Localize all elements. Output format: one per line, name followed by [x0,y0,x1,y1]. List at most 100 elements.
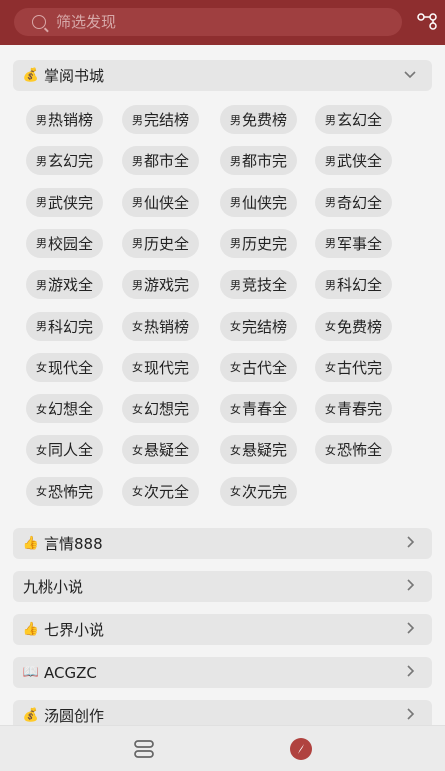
category-chips: 男热销榜男完结榜男免费榜男玄幻全男玄幻完男都市全男都市完男武侠全男武侠完男仙侠全… [13,96,432,516]
male-badge-icon: 男 [132,237,143,251]
section-acgzc[interactable]: 📖 ACGZC [13,657,432,688]
category-chip[interactable]: 女幻想完 [122,394,200,424]
category-chip[interactable]: 女青春完 [315,394,393,424]
category-chip[interactable]: 男科幻全 [315,270,393,300]
category-chip[interactable]: 男都市完 [220,146,298,176]
category-chip[interactable]: 男都市全 [122,146,200,176]
bottom-nav [0,725,445,771]
category-chip[interactable]: 女热销榜 [122,311,200,341]
money-bag-icon: 💰 [22,68,40,83]
category-chip[interactable]: 男热销榜 [26,105,104,134]
category-chip[interactable]: 男玄幻全 [315,105,393,134]
chevron-right-icon [407,708,415,720]
chip-label: 恐怖完 [48,482,94,501]
female-badge-icon: 女 [230,443,241,457]
category-chip[interactable]: 男游戏完 [122,270,200,300]
category-chip[interactable]: 女恐怖全 [315,435,393,465]
chevron-right-icon [407,536,415,548]
chip-label: 完结榜 [144,111,190,129]
thumbs-up-icon: 👍 [22,622,40,637]
category-chip[interactable]: 女幻想全 [26,394,104,424]
category-chip[interactable]: 女同人全 [26,435,104,465]
category-chip[interactable]: 男游戏全 [26,270,104,300]
chip-label: 科幻完 [48,317,94,336]
male-badge-icon: 男 [325,154,336,168]
female-badge-icon: 女 [230,485,241,499]
category-chip[interactable]: 女悬疑全 [122,435,200,465]
category-chip[interactable]: 女现代完 [122,352,200,382]
category-chip[interactable]: 男竞技全 [220,270,298,300]
chip-label: 青春完 [337,400,383,419]
top-bar [0,0,445,45]
category-chip[interactable]: 女青春全 [220,394,298,424]
chip-label: 免费榜 [242,111,288,129]
category-chip[interactable]: 男科幻完 [26,311,104,341]
section-title: 七界小说 [44,621,105,639]
female-badge-icon: 女 [230,361,241,375]
category-chip[interactable]: 男武侠完 [26,187,104,217]
male-badge-icon: 男 [230,278,241,292]
female-badge-icon: 女 [325,402,336,416]
section-zhangyue[interactable]: 💰 掌阅书城 [13,60,432,91]
open-book-icon: 📖 [22,665,40,680]
chevron-down-icon [404,71,416,79]
male-badge-icon: 男 [36,320,47,333]
section-qijie[interactable]: 👍 七界小说 [13,614,432,645]
chip-label: 免费榜 [337,317,383,336]
section-title: 九桃小说 [23,578,84,596]
category-chip[interactable]: 女古代完 [315,352,393,382]
search-input[interactable] [54,12,358,32]
category-chip[interactable]: 男校园全 [26,228,104,258]
female-badge-icon: 女 [325,361,336,375]
search-bar[interactable] [14,8,402,36]
shelf-icon[interactable] [133,739,155,759]
chip-label: 仙侠全 [144,193,190,212]
compass-icon[interactable] [290,738,312,760]
search-icon [32,15,46,29]
category-chip[interactable]: 女次元完 [220,476,298,506]
chip-label: 现代全 [48,358,94,377]
section-jiutao[interactable]: 九桃小说 [13,571,432,602]
category-chip[interactable]: 男奇幻全 [315,187,393,217]
chip-label: 同人全 [48,441,94,460]
chip-label: 热销榜 [48,111,94,129]
category-chip[interactable]: 男完结榜 [122,105,200,134]
category-chip[interactable]: 男军事全 [315,228,393,258]
category-chip[interactable]: 男仙侠全 [122,187,200,217]
chip-label: 竞技全 [242,276,288,295]
chip-label: 完结榜 [242,317,288,336]
male-badge-icon: 男 [132,196,143,210]
category-chip[interactable]: 女现代全 [26,352,104,382]
section-title: 汤圆创作 [44,707,105,725]
chip-label: 现代完 [144,358,190,377]
chip-label: 热销榜 [144,317,190,336]
category-chip[interactable]: 男免费榜 [220,105,298,134]
category-chip[interactable]: 女完结榜 [220,311,298,341]
female-badge-icon: 女 [325,320,336,333]
category-chip[interactable]: 女恐怖完 [26,476,104,506]
chip-label: 历史完 [242,234,288,253]
chip-label: 历史全 [144,234,190,253]
category-chip[interactable]: 女免费榜 [315,311,393,341]
chevron-right-icon [407,665,415,677]
category-chip[interactable]: 女次元全 [122,476,200,506]
category-chip[interactable]: 男历史完 [220,228,298,258]
chip-label: 游戏全 [48,276,94,295]
male-badge-icon: 男 [325,278,336,292]
male-badge-icon: 男 [230,154,241,168]
female-badge-icon: 女 [132,485,143,499]
category-chip[interactable]: 男武侠全 [315,146,393,176]
group-manage-icon[interactable] [417,11,437,31]
category-chip[interactable]: 女古代全 [220,352,298,382]
chip-label: 幻想完 [144,400,190,419]
category-chip[interactable]: 女悬疑完 [220,435,298,465]
chip-label: 次元完 [242,482,288,501]
chip-label: 青春全 [242,400,288,419]
category-chip[interactable]: 男玄幻完 [26,146,104,176]
section-yanqing[interactable]: 👍 言情888 [13,528,432,559]
category-chip[interactable]: 男历史全 [122,228,200,258]
male-badge-icon: 男 [230,196,241,210]
category-chip[interactable]: 男仙侠完 [220,187,298,217]
female-badge-icon: 女 [132,320,143,333]
chip-label: 都市完 [242,152,288,171]
